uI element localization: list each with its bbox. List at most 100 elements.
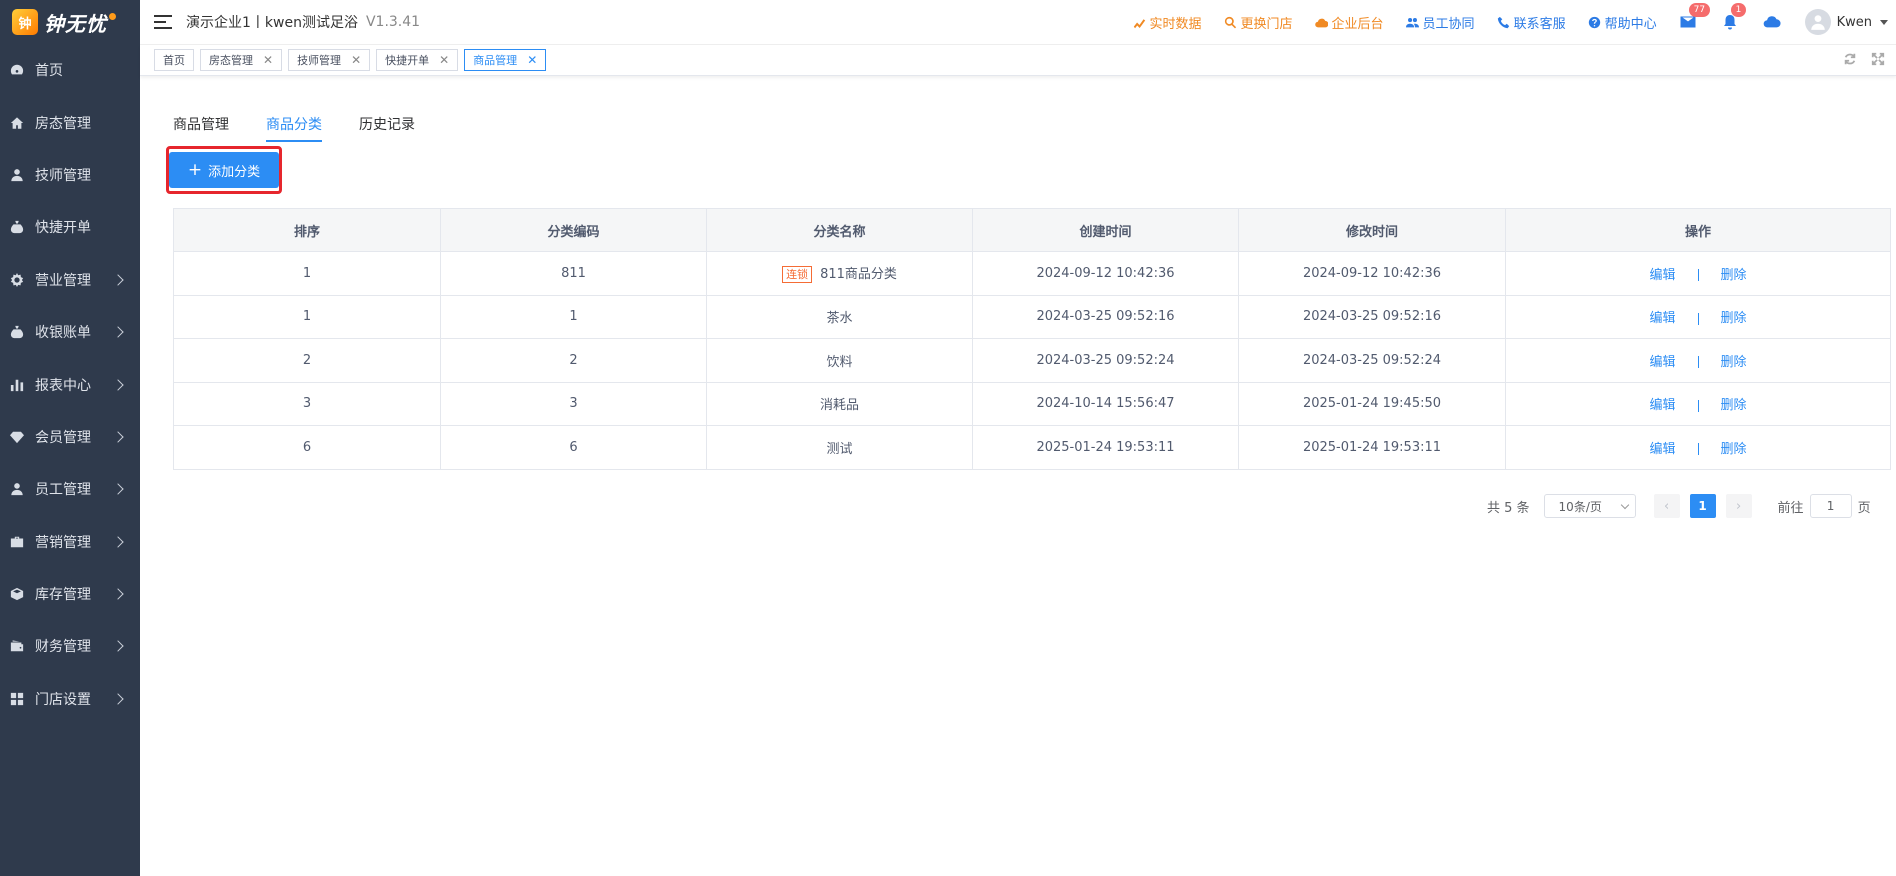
add-category-button[interactable]: + 添加分类 — [169, 152, 279, 188]
refresh-icon[interactable] — [1842, 51, 1858, 67]
chevron-down-icon — [1620, 500, 1629, 509]
user-menu[interactable]: Kwen — [1804, 9, 1888, 35]
edit-link[interactable]: 编辑 — [1649, 311, 1675, 326]
tab-1[interactable]: 商品分类 — [266, 114, 322, 142]
chevron-right-icon — [112, 378, 124, 391]
cell-name: 饮料 — [706, 338, 973, 383]
sidebar-item-label: 营销管理 — [35, 534, 91, 551]
visited-tab-2[interactable]: 技师管理 ✕ — [288, 49, 371, 71]
team-icon — [1405, 17, 1419, 27]
content-tabs: 商品管理 商品分类 历史记录 — [173, 114, 452, 142]
sidebar-item-8[interactable]: 员工管理 — [0, 463, 140, 515]
top-link-5[interactable]: 帮助中心 — [1588, 13, 1657, 32]
cell-created: 2024-03-25 09:52:24 — [972, 338, 1239, 383]
close-icon[interactable]: ✕ — [527, 53, 537, 67]
app-version: V1.3.41 — [365, 14, 421, 30]
company-name: 演示企业1丨kwen测试足浴 — [186, 15, 358, 31]
edit-link[interactable]: 编辑 — [1649, 398, 1675, 413]
prev-page-button[interactable]: ‹ — [1653, 494, 1680, 518]
column-header: 创建时间 — [972, 208, 1239, 252]
cell-code: 1 — [440, 294, 707, 339]
cell-name: 消耗品 — [706, 381, 973, 426]
edit-link[interactable]: 编辑 — [1649, 442, 1675, 457]
top-link-2[interactable]: 企业后台 — [1314, 13, 1384, 32]
edit-link[interactable]: 编辑 — [1649, 268, 1675, 283]
bag-icon — [10, 220, 24, 234]
delete-link[interactable]: 删除 — [1721, 311, 1747, 326]
cell-modified: 2024-03-25 09:52:16 — [1238, 294, 1506, 339]
delete-link[interactable]: 删除 — [1721, 268, 1747, 283]
close-icon[interactable]: ✕ — [263, 53, 273, 67]
close-icon[interactable]: ✕ — [351, 53, 361, 67]
goto-suffix: 页 — [1857, 500, 1871, 516]
fullscreen-icon[interactable] — [1870, 51, 1886, 67]
top-link-1[interactable]: 更换门店 — [1224, 13, 1293, 32]
visited-tab-3[interactable]: 快捷开单 ✕ — [376, 49, 459, 71]
sidebar-item-12[interactable]: 门店设置 — [0, 673, 140, 725]
tab-2[interactable]: 历史记录 — [359, 114, 415, 142]
plus-icon: + — [187, 159, 203, 180]
sidebar-item-7[interactable]: 会员管理 — [0, 411, 140, 463]
top-link-3[interactable]: 员工协同 — [1405, 13, 1475, 32]
divider — [1697, 269, 1699, 282]
table-body: 1 811 连锁 811商品分类 2024-09-12 10:42:36 2024-09-… — [173, 251, 1891, 470]
sidebar-item-label: 会员管理 — [35, 429, 91, 446]
sidebar-item-5[interactable]: 收银账单 — [0, 306, 140, 358]
chevron-right-icon — [112, 536, 124, 548]
bell-icon[interactable]: 1 — [1721, 3, 1747, 31]
sidebar-item-1[interactable]: 房态管理 — [0, 96, 140, 148]
cell-created: 2025-01-24 19:53:11 — [972, 425, 1239, 470]
chevron-right-icon — [112, 693, 124, 705]
sidebar-item-0[interactable]: 首页 — [0, 44, 140, 96]
divider — [1697, 399, 1699, 412]
goto-page-input[interactable] — [1809, 494, 1852, 518]
visited-tab-0[interactable]: 首页 — [154, 49, 194, 71]
cell-modified: 2025-01-24 19:45:50 — [1238, 381, 1506, 426]
sidebar-item-2[interactable]: 技师管理 — [0, 149, 140, 201]
logo[interactable]: 钟 钟无忧 — [0, 0, 140, 44]
delete-link[interactable]: 删除 — [1721, 398, 1747, 413]
cell-sort: 1 — [173, 251, 441, 296]
visited-tab-1[interactable]: 房态管理 ✕ — [200, 49, 283, 71]
sidebar-item-4[interactable]: 营业管理 — [0, 254, 140, 306]
page-size-select[interactable]: 10条/页 — [1543, 494, 1636, 518]
mail-icon[interactable]: 77 — [1679, 3, 1711, 31]
cell-sort: 3 — [173, 381, 441, 426]
mail-count-badge: 77 — [1688, 3, 1711, 17]
visited-tab-label: 房态管理 — [209, 54, 253, 67]
box-icon — [10, 587, 24, 601]
sidebar-item-label: 收银账单 — [35, 325, 91, 342]
close-icon[interactable]: ✕ — [439, 53, 449, 67]
top-link-0[interactable]: 实时数据 — [1133, 13, 1202, 32]
sidebar-item-11[interactable]: 财务管理 — [0, 620, 140, 672]
next-page-button[interactable]: › — [1725, 494, 1752, 518]
category-name: 811商品分类 — [820, 267, 897, 283]
sidebar-item-label: 财务管理 — [35, 639, 91, 656]
table-row: 6 6 测试 2025-01-24 19:53:11 2025-01-24 19:53:… — [173, 425, 1891, 470]
menu-toggle-icon[interactable] — [154, 15, 172, 29]
delete-link[interactable]: 删除 — [1721, 442, 1747, 457]
cell-sort: 1 — [173, 294, 441, 339]
briefcase-icon — [10, 535, 24, 549]
cell-actions: 编辑 删除 — [1505, 251, 1891, 296]
sidebar-item-label: 报表中心 — [35, 377, 91, 394]
sidebar-item-9[interactable]: 营销管理 — [0, 516, 140, 568]
tab-0[interactable]: 商品管理 — [173, 114, 229, 142]
page-number-current[interactable]: 1 — [1689, 494, 1716, 518]
sidebar-item-10[interactable]: 库存管理 — [0, 568, 140, 620]
top-link-4[interactable]: 联系客服 — [1497, 13, 1566, 32]
sidebar-item-3[interactable]: 快捷开单 — [0, 201, 140, 253]
edit-link[interactable]: 编辑 — [1649, 355, 1675, 370]
phone-icon — [1497, 16, 1509, 28]
cloud-sync-icon[interactable] — [1763, 13, 1781, 31]
sidebar-item-6[interactable]: 报表中心 — [0, 358, 140, 410]
delete-link[interactable]: 删除 — [1721, 355, 1747, 370]
visited-tab-4[interactable]: 商品管理 ✕ — [464, 49, 547, 71]
cell-created: 2024-09-12 10:42:36 — [972, 251, 1239, 296]
visited-tab-label: 商品管理 — [473, 54, 518, 67]
cell-created: 2024-03-25 09:52:16 — [972, 294, 1239, 339]
column-header: 分类编码 — [440, 208, 707, 252]
cell-code: 811 — [440, 251, 707, 296]
top-link-label: 企业后台 — [1331, 16, 1384, 32]
chevron-right-icon — [112, 483, 124, 495]
